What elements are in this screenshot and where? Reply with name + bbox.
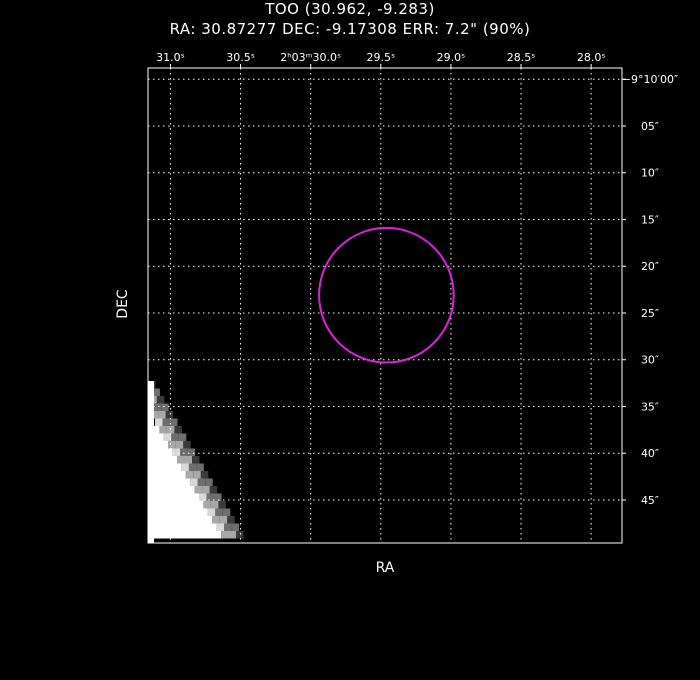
sky-pixel [209, 486, 218, 494]
sky-pixel [212, 516, 220, 524]
error-circle [318, 226, 455, 364]
sky-pixel [215, 508, 223, 516]
sky-pixel [206, 493, 214, 501]
sky-pixel [207, 508, 216, 516]
sky-pixel [163, 433, 172, 441]
sky-pixel [175, 441, 184, 449]
sky-pixel [166, 426, 175, 434]
sky-pixel [188, 463, 197, 471]
sky-pixel [155, 418, 163, 426]
x-tick-label: 28.5ˢ [507, 51, 536, 64]
sky-pixel [193, 471, 201, 479]
sky-pixel [185, 471, 194, 479]
sky-pixel [219, 516, 228, 524]
y-tick-label: 05″ [641, 120, 659, 133]
y-tick-label: −9°10′00″ [622, 73, 678, 86]
sky-pixel [170, 418, 178, 426]
x-tick-label: 2ʰ03ᵐ30.0ˢ [280, 51, 341, 64]
sky-pixel [196, 463, 204, 471]
sky-pixel [210, 501, 219, 509]
finder-chart: 31.0ˢ 30.5ˢ 2ʰ03ᵐ30.0ˢ 29.5ˢ 29.0ˢ 28.5ˢ 28.0ˢ… [147, 51, 678, 544]
sky-pixel [148, 478, 191, 486]
sky-pixel [161, 403, 169, 411]
sky-pixel [148, 516, 213, 524]
sky-pixel [222, 508, 231, 516]
sky-pixel [148, 486, 195, 494]
sky-pixel [165, 411, 174, 419]
y-tick-label: 40″ [641, 447, 659, 460]
sky-pixel [227, 516, 235, 524]
sky-pixel [236, 531, 244, 539]
sky-pixel [177, 456, 185, 464]
sky-pixel [200, 471, 209, 479]
sky-pixel [205, 478, 213, 486]
x-tick-label: 31.0ˢ [156, 51, 185, 64]
sky-pixel [178, 433, 187, 441]
sky-pixel [203, 501, 211, 509]
sky-pixel [148, 508, 208, 516]
sky-pixel [214, 493, 222, 501]
sky-pixel [148, 531, 221, 539]
y-tick-label: 20″ [641, 260, 659, 273]
sky-pixel [174, 426, 182, 434]
sky-pixel [192, 456, 200, 464]
sky-pixel [224, 523, 232, 531]
x-tick-label: 29.0ˢ [437, 51, 466, 64]
sky-pixel [231, 523, 240, 531]
sky-pixel [172, 448, 181, 456]
sky-pixel [162, 418, 170, 426]
x-tick-label: 28.0ˢ [577, 51, 606, 64]
sky-pixel [190, 478, 198, 486]
y-tick-label: 25″ [641, 307, 659, 320]
y-tick-label: 15″ [641, 213, 659, 226]
x-tick-label: 30.5ˢ [226, 51, 255, 64]
sky-pixel [202, 486, 210, 494]
y-tick-label: 45″ [641, 494, 659, 507]
sky-pixel [159, 426, 167, 434]
sky-pixel [148, 381, 154, 543]
mark-layer [318, 226, 455, 364]
sky-pixel [156, 396, 165, 404]
y-tick-label: 10″ [641, 167, 659, 180]
sky-pixel [148, 523, 217, 531]
y-tick-label: 35″ [641, 400, 659, 413]
sky-pixel [216, 523, 225, 531]
sky-pixel [148, 501, 204, 509]
sky-pixel [218, 501, 226, 509]
sky-pixel [153, 403, 162, 411]
sky-pixel [184, 456, 192, 464]
sky-pixel [171, 433, 179, 441]
sky-pixel [183, 441, 191, 449]
plot-frame [147, 67, 623, 544]
sky-pixel [194, 486, 203, 494]
sky-pixel [168, 441, 176, 449]
sky-image-layer [148, 381, 244, 543]
sky-pixel [199, 493, 207, 501]
grid-layer [147, 64, 626, 544]
sky-pixel [221, 531, 229, 539]
sky-pixel [187, 448, 196, 456]
tick-label-layer: 31.0ˢ 30.5ˢ 2ʰ03ᵐ30.0ˢ 29.5ˢ 29.0ˢ 28.5ˢ 28.0ˢ… [156, 51, 678, 507]
sky-pixel [158, 411, 166, 419]
sky-pixel [197, 478, 206, 486]
y-tick-label: 30″ [641, 354, 659, 367]
sky-pixel [228, 531, 236, 539]
sky-pixel [180, 448, 188, 456]
x-tick-label: 29.5ˢ [366, 51, 395, 64]
sky-pixel [181, 463, 189, 471]
